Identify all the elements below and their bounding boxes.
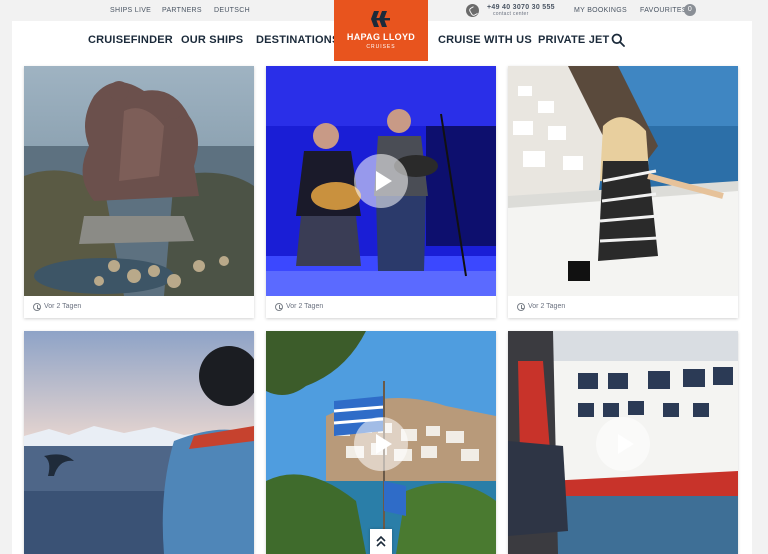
feed-card[interactable]: Vor 2 Tagen [24, 66, 254, 318]
post-time: Vor 2 Tagen [44, 303, 82, 310]
post-time: Vor 2 Tagen [286, 303, 324, 310]
logo-sub-text: CRUISES [366, 44, 396, 50]
nav-our-ships[interactable]: OUR SHIPS [181, 34, 243, 46]
logo-brand-text: HAPAG LLOYD [346, 32, 416, 42]
search-icon[interactable] [611, 33, 625, 47]
post-image [24, 331, 254, 554]
clock-icon [275, 303, 283, 311]
phone-number[interactable]: +49 40 3070 30 555 [487, 4, 555, 11]
nav-destinations[interactable]: DESTINATIONS [256, 34, 339, 46]
nav-cruise-with-us[interactable]: CRUISE WITH US [438, 34, 532, 46]
favourites-link[interactable]: FAVOURITES [640, 7, 687, 14]
play-button[interactable] [354, 154, 408, 208]
logo-mark-icon [371, 11, 390, 27]
play-button[interactable] [354, 417, 408, 471]
clock-icon [517, 303, 525, 311]
nav-cruisefinder[interactable]: CRUISEFINDER [88, 34, 173, 46]
language-link[interactable]: DEUTSCH [214, 7, 250, 14]
post-time: Vor 2 Tagen [528, 303, 566, 310]
post-image [24, 66, 254, 296]
partners-link[interactable]: PARTNERS [162, 7, 202, 14]
favourites-count-badge: 0 [684, 4, 696, 16]
double-chevron-up-icon [376, 535, 386, 547]
feed-card[interactable] [508, 331, 738, 554]
phone-subtitle: contact center [493, 11, 529, 17]
feed-card[interactable]: Vor 2 Tagen [266, 66, 496, 318]
hapag-lloyd-logo[interactable]: HAPAG LLOYD CRUISES [334, 0, 428, 61]
social-feed: Vor 2 Tagen Vor 2 Tagen Vor 2 Tagen [12, 61, 752, 554]
feed-card[interactable] [24, 331, 254, 554]
feed-card[interactable]: Vor 2 Tagen [508, 66, 738, 318]
post-image [508, 66, 738, 296]
phone-icon[interactable] [466, 4, 479, 17]
post-meta: Vor 2 Tagen [266, 296, 496, 318]
clock-icon [33, 303, 41, 311]
my-bookings-link[interactable]: MY BOOKINGS [574, 7, 627, 14]
post-meta: Vor 2 Tagen [508, 296, 738, 318]
play-button[interactable] [596, 417, 650, 471]
scroll-to-top-button[interactable] [370, 529, 392, 554]
post-meta: Vor 2 Tagen [24, 296, 254, 318]
feed-card[interactable] [266, 331, 496, 554]
ships-live-link[interactable]: SHIPS LIVE [110, 7, 151, 14]
nav-private-jet[interactable]: PRIVATE JET [538, 34, 609, 46]
